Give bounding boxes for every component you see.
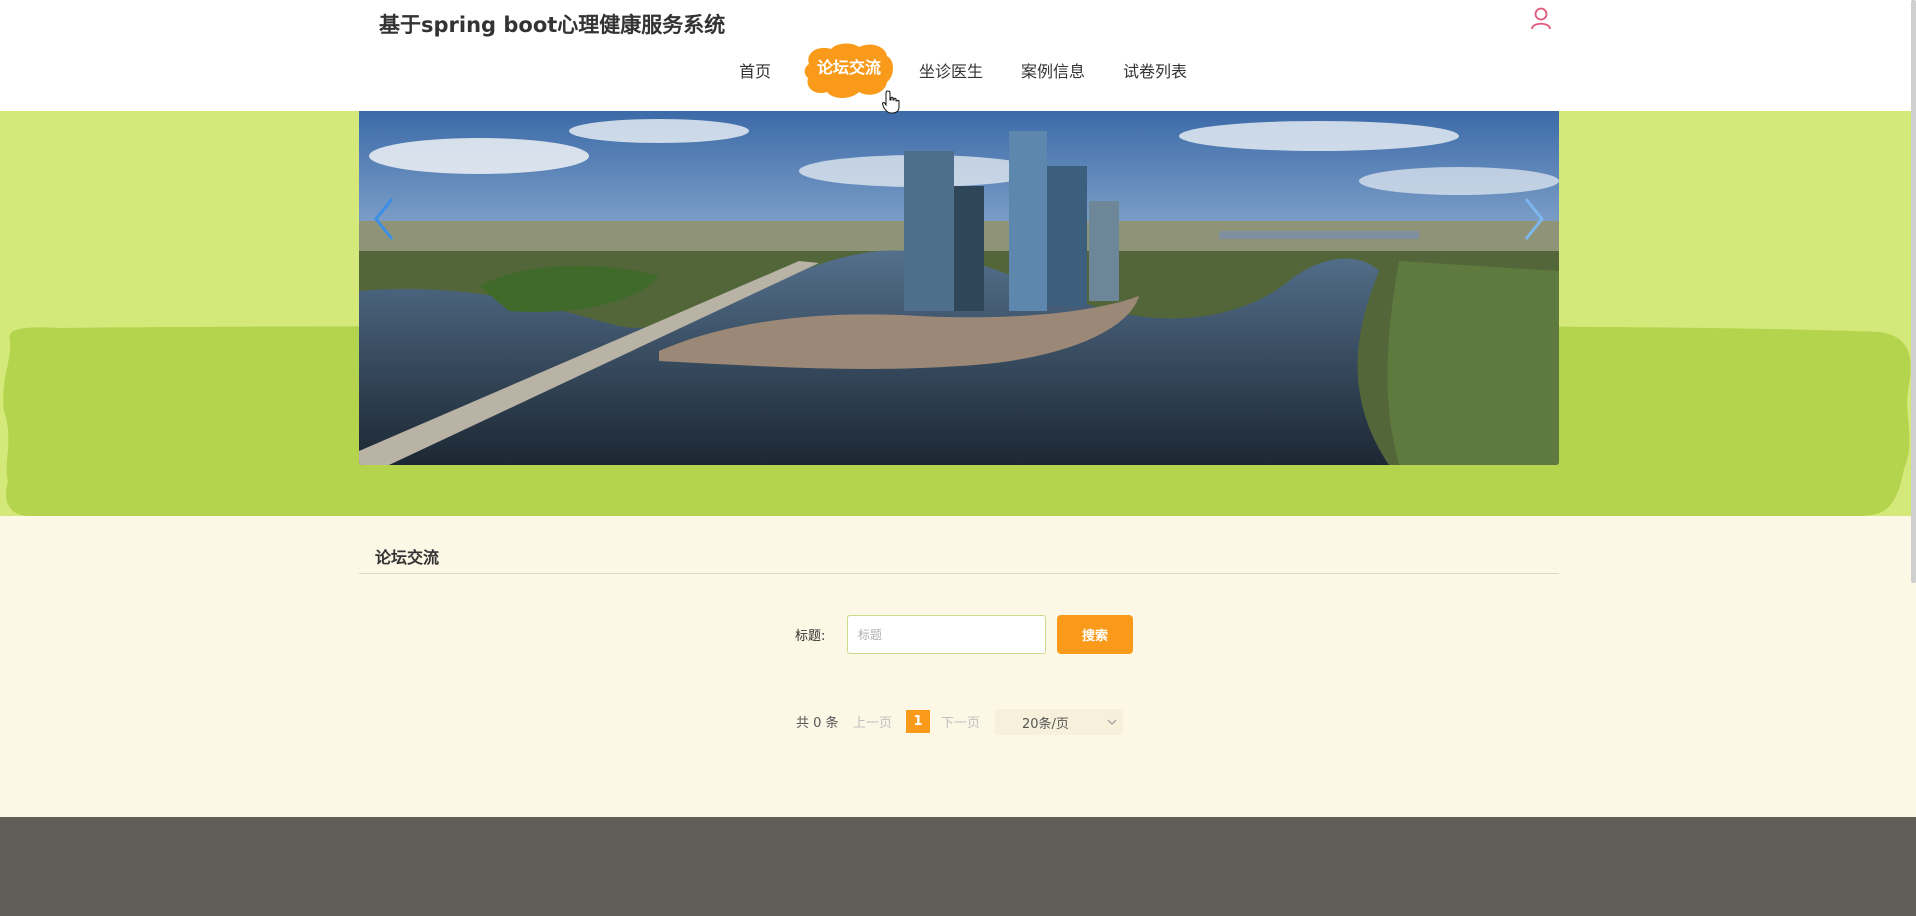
site-footer [0, 817, 1916, 916]
page-size-value: 20条/页 [1022, 717, 1069, 732]
nav-item-doctors[interactable]: 坐诊医生 [919, 58, 983, 82]
pagination-page-1[interactable]: 1 [906, 710, 930, 733]
user-icon[interactable] [1529, 6, 1553, 32]
site-header: 基于spring boot心理健康服务系统 首页 论坛交流 坐诊医生 案例信息 … [0, 0, 1916, 111]
hero-section [0, 111, 1916, 516]
page-scrollbar[interactable] [1911, 0, 1916, 583]
nav-item-cases[interactable]: 案例信息 [1021, 58, 1085, 82]
section-title: 论坛交流 [375, 548, 440, 567]
nav-item-forum-label: 论坛交流 [816, 58, 881, 77]
title-search-input[interactable] [847, 615, 1046, 654]
search-label: 标题: [795, 629, 826, 644]
section-divider [359, 573, 1559, 574]
pagination-prev-button[interactable]: 上一页 [853, 712, 892, 731]
hand-cursor-icon [882, 90, 900, 114]
banner-carousel[interactable] [359, 111, 1559, 465]
banner-city-image [359, 111, 1559, 465]
search-button[interactable]: 搜索 [1057, 615, 1133, 654]
banner-next-button[interactable] [1516, 191, 1552, 247]
banner-prev-button[interactable] [366, 191, 402, 247]
chevron-right-icon [1524, 198, 1544, 240]
chevron-left-icon [374, 198, 394, 240]
nav-item-exams[interactable]: 试卷列表 [1123, 58, 1187, 82]
site-title: 基于spring boot心理健康服务系统 [379, 13, 726, 37]
pagination-total: 共 0 条 [796, 716, 839, 731]
page-size-select[interactable]: 20条/页 [995, 709, 1123, 735]
chevron-down-icon [1107, 719, 1117, 725]
main-nav: 首页 论坛交流 坐诊医生 案例信息 试卷列表 [0, 43, 1916, 98]
nav-item-home[interactable]: 首页 [739, 58, 771, 82]
pagination-next-button[interactable]: 下一页 [941, 712, 980, 731]
